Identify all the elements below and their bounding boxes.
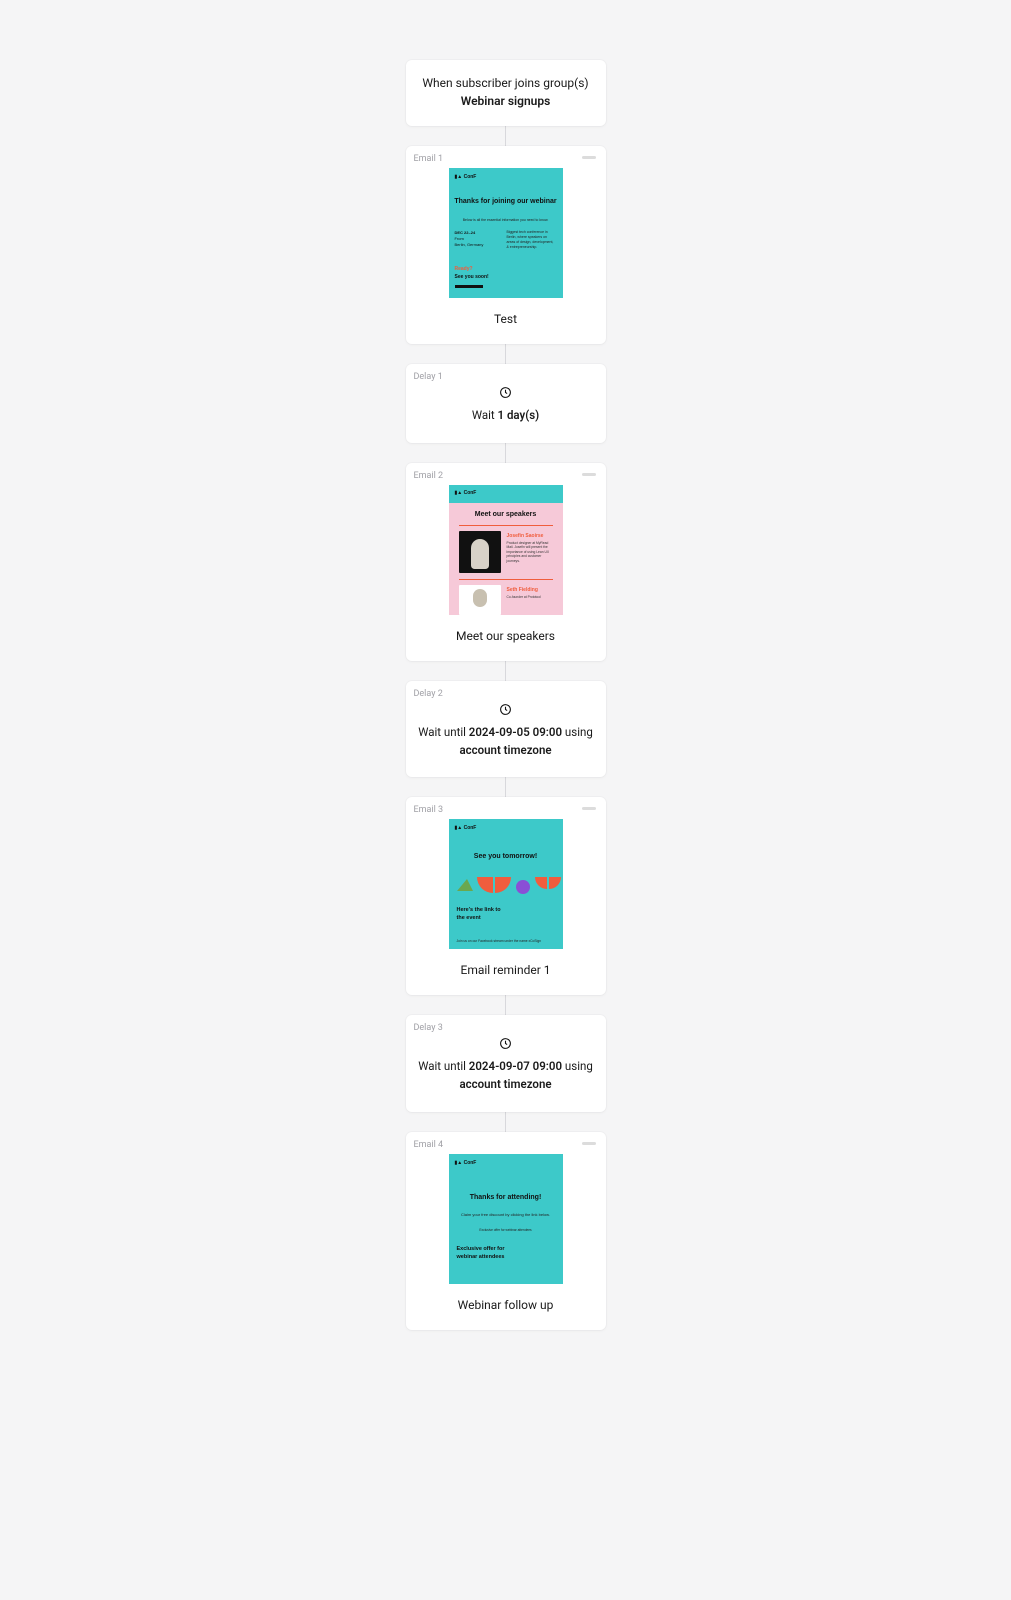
email-title: Email reminder 1 [422, 963, 590, 977]
thumb-headline: Thanks for joining our webinar [449, 198, 563, 207]
step-label: Email 4 [414, 1140, 444, 1150]
email-title: Test [422, 312, 590, 326]
thumb-headline: Thanks for attending! [449, 1194, 563, 1201]
thumb-ready: Ready? [455, 266, 473, 272]
speaker-desc: Product designer at MyRead Mail. Josefin… [507, 541, 555, 563]
clock-icon [499, 703, 512, 716]
thumb-meta-left: DEC 22–24 From Berlin, Germany [455, 230, 484, 248]
delay-step-2[interactable]: Delay 2 Wait until 2024-09-05 09:00 usin… [406, 681, 606, 778]
connector [505, 995, 506, 1015]
delay-text: Wait until 2024-09-07 09:00 using accoun… [418, 1058, 594, 1094]
speaker-desc: Co-founder at Prototool [507, 595, 555, 599]
email-thumbnail: ▮▲ ConF See you tomorrow! Here's the lin… [449, 819, 563, 949]
connector [505, 443, 506, 463]
email-title: Meet our speakers [422, 629, 590, 643]
connector [505, 344, 506, 364]
speaker-name: Seth Fielding [507, 587, 538, 593]
thumb-logo: ▮▲ ConF [455, 825, 477, 831]
thumb-headline: Meet our speakers [449, 511, 563, 518]
email-thumbnail: ▮▲ ConF Meet our speakers Josefin Saoirs… [449, 485, 563, 615]
email-thumbnail: ▮▲ ConF Thanks for joining our webinar B… [449, 168, 563, 298]
connector [505, 777, 506, 797]
trigger-card[interactable]: When subscriber joins group(s) Webinar s… [406, 60, 606, 126]
email-thumbnail: ▮▲ ConF Thanks for attending! Claim your… [449, 1154, 563, 1284]
thumb-logo: ▮▲ ConF [455, 1160, 477, 1166]
thumb-soon: See you soon! [455, 274, 489, 280]
thumb-shapes [449, 869, 563, 899]
delay-step-1[interactable]: Delay 1 Wait 1 day(s) [406, 364, 606, 443]
thumb-headline: See you tomorrow! [449, 853, 563, 860]
step-badge [582, 473, 596, 476]
thumb-bar [455, 285, 483, 288]
connector [505, 661, 506, 681]
step-label: Delay 3 [414, 1023, 443, 1033]
connector [505, 126, 506, 146]
step-label: Email 3 [414, 805, 444, 815]
email-title: Webinar follow up [422, 1298, 590, 1312]
email-step-1[interactable]: Email 1 ▮▲ ConF Thanks for joining our w… [406, 146, 606, 344]
trigger-group: Webinar signups [461, 94, 551, 108]
step-label: Delay 2 [414, 689, 443, 699]
clock-icon [499, 1037, 512, 1050]
trigger-prefix: When subscriber joins group(s) [422, 76, 588, 90]
thumb-sub: Below is all the essential information y… [449, 218, 563, 222]
connector [505, 1112, 506, 1132]
email-step-2[interactable]: Email 2 ▮▲ ConF Meet our speakers Josefi… [406, 463, 606, 661]
thumb-logo: ▮▲ ConF [455, 490, 477, 496]
thumb-note: Exclusive offer for webinar attendees [449, 1228, 563, 1232]
delay-step-3[interactable]: Delay 3 Wait until 2024-09-07 09:00 usin… [406, 1015, 606, 1112]
step-label: Email 2 [414, 471, 444, 481]
step-badge [582, 1142, 596, 1145]
email-step-4[interactable]: Email 4 ▮▲ ConF Thanks for attending! Cl… [406, 1132, 606, 1330]
email-step-3[interactable]: Email 3 ▮▲ ConF See you tomorrow! Here's… [406, 797, 606, 995]
thumb-logo: ▮▲ ConF [455, 174, 477, 180]
thumb-sub: Claim your free discount by clicking the… [459, 1212, 553, 1218]
thumb-cta-text: Exclusive offer for webinar attendees [457, 1246, 505, 1262]
step-label: Email 1 [414, 154, 444, 164]
step-badge [582, 156, 596, 159]
thumb-cta-text: Here's the link to the event [457, 907, 501, 923]
step-label: Delay 1 [414, 372, 443, 382]
delay-text: Wait 1 day(s) [418, 407, 594, 425]
trigger-text: When subscriber joins group(s) Webinar s… [422, 74, 590, 110]
clock-icon [499, 386, 512, 399]
delay-text: Wait until 2024-09-05 09:00 using accoun… [418, 724, 594, 760]
step-badge [582, 807, 596, 810]
automation-flow: When subscriber joins group(s) Webinar s… [0, 60, 1011, 1330]
thumb-meta-right: Biggest tech conference in Berlin, where… [507, 230, 557, 250]
thumb-sub: Join us on our Facebook stream under the… [457, 939, 555, 943]
speaker-name: Josefin Saoirse [507, 533, 544, 539]
